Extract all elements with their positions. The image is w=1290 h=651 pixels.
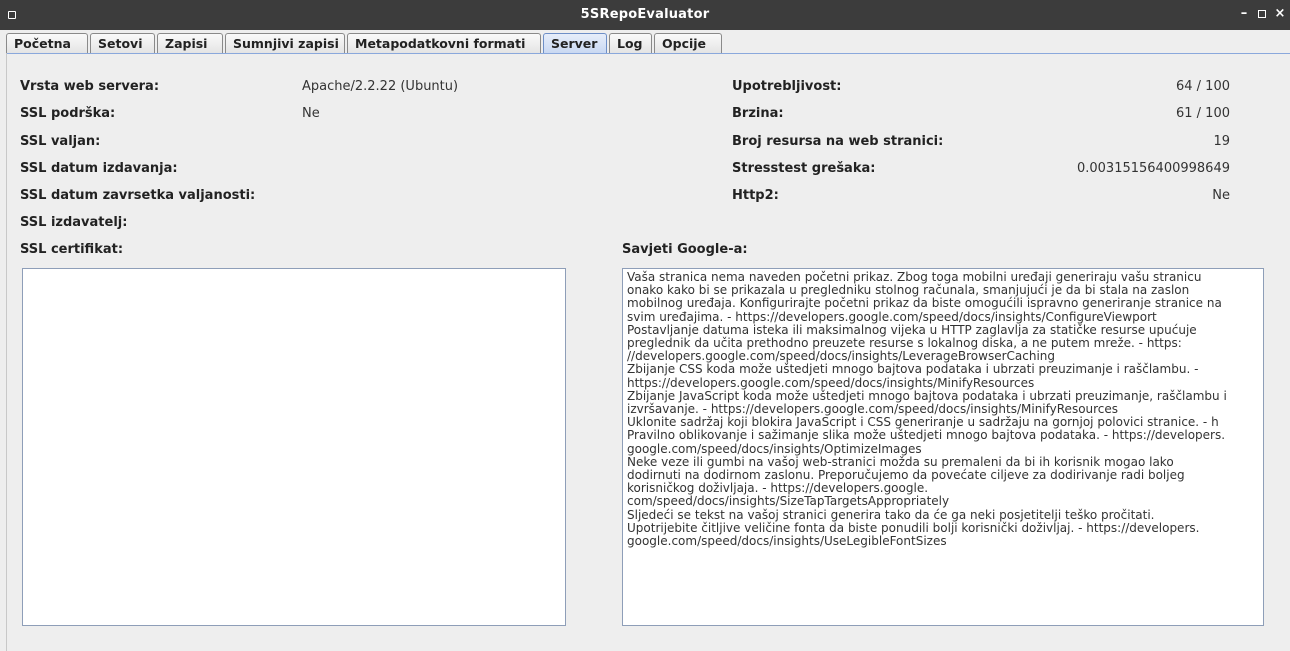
advice-line: google.com/speed/docs/insights/UseLegibl…	[627, 534, 947, 549]
advice-line: https://developers.google.com/speed/docs…	[627, 375, 1035, 390]
title-bar[interactable]: 5SRepoEvaluator – ×	[0, 0, 1290, 30]
advice-line: svim uređajima. - https://developers.goo…	[627, 309, 1157, 324]
tab-sumnjivi-zapisi[interactable]: Sumnjivi zapisi	[225, 33, 345, 53]
advice-line: mobilnog uređaja. Konfigurirajte početni…	[627, 296, 1222, 311]
speed-label: Brzina:	[732, 106, 784, 121]
tab-zapisi[interactable]: Zapisi	[157, 33, 223, 53]
web-server-value: Apache/2.2.22 (Ubuntu)	[302, 79, 459, 94]
ssl-valid-label: SSL valjan:	[20, 134, 101, 149]
resources-count-value: 19	[1213, 134, 1230, 149]
http2-label: Http2:	[732, 188, 779, 203]
google-advice-label: Savjeti Google-a:	[622, 242, 748, 257]
advice-line: google.com/speed/docs/insights/OptimizeI…	[627, 441, 922, 456]
tab-log[interactable]: Log	[609, 33, 652, 53]
close-button[interactable]: ×	[1271, 5, 1289, 23]
ssl-certificate-label: SSL certifikat:	[20, 242, 124, 257]
web-server-label: Vrsta web servera:	[20, 79, 160, 94]
maximize-icon	[1258, 10, 1266, 18]
tab-server[interactable]: Server	[543, 33, 607, 53]
ssl-expiry-label: SSL datum zavrsetka valjanosti:	[20, 188, 256, 203]
ssl-issue-date-label: SSL datum izdavanja:	[20, 161, 178, 176]
app-window: 5SRepoEvaluator – × Početna Setovi Zapis…	[0, 0, 1290, 651]
google-advice-text: Vaša stranica nema naveden početni prika…	[623, 268, 1264, 626]
window-title: 5SRepoEvaluator	[580, 7, 710, 22]
resources-count-label: Broj resursa na web stranici:	[732, 134, 944, 149]
tab-panel-border	[6, 53, 1290, 54]
maximize-button[interactable]	[1253, 5, 1271, 23]
ssl-support-value: Ne	[302, 106, 320, 121]
tab-setovi[interactable]: Setovi	[90, 33, 155, 53]
ssl-support-label: SSL podrška:	[20, 106, 116, 121]
http2-value: Ne	[1212, 188, 1230, 203]
ssl-issuer-label: SSL izdavatelj:	[20, 215, 128, 230]
stresstest-errors-value: 0.00315156400998649	[1076, 161, 1230, 176]
tab-panel-left-border	[6, 53, 7, 651]
advice-line: Zbijanje CSS koda može uštedjeti mnogo b…	[627, 362, 1199, 377]
advice-line: com/speed/docs/insights/SizeTapTargetsAp…	[627, 494, 950, 509]
usability-value: 64 / 100	[1176, 79, 1230, 94]
advice-line: Sljedeći se tekst na vašoj stranici gene…	[627, 507, 1155, 522]
speed-value: 61 / 100	[1176, 106, 1230, 121]
stresstest-errors-label: Stresstest grešaka:	[732, 161, 876, 176]
advice-line: Pravilno oblikovanje i sažimanje slika m…	[627, 428, 1226, 443]
ssl-certificate-textarea[interactable]	[22, 268, 566, 626]
tab-metapodatkovni-formati[interactable]: Metapodatkovni formati	[347, 33, 541, 53]
minimize-button[interactable]: –	[1235, 5, 1253, 23]
usability-label: Upotrebljivost:	[732, 79, 842, 94]
tab-opcije[interactable]: Opcije	[654, 33, 722, 53]
tab-pocetna[interactable]: Početna	[6, 33, 88, 53]
